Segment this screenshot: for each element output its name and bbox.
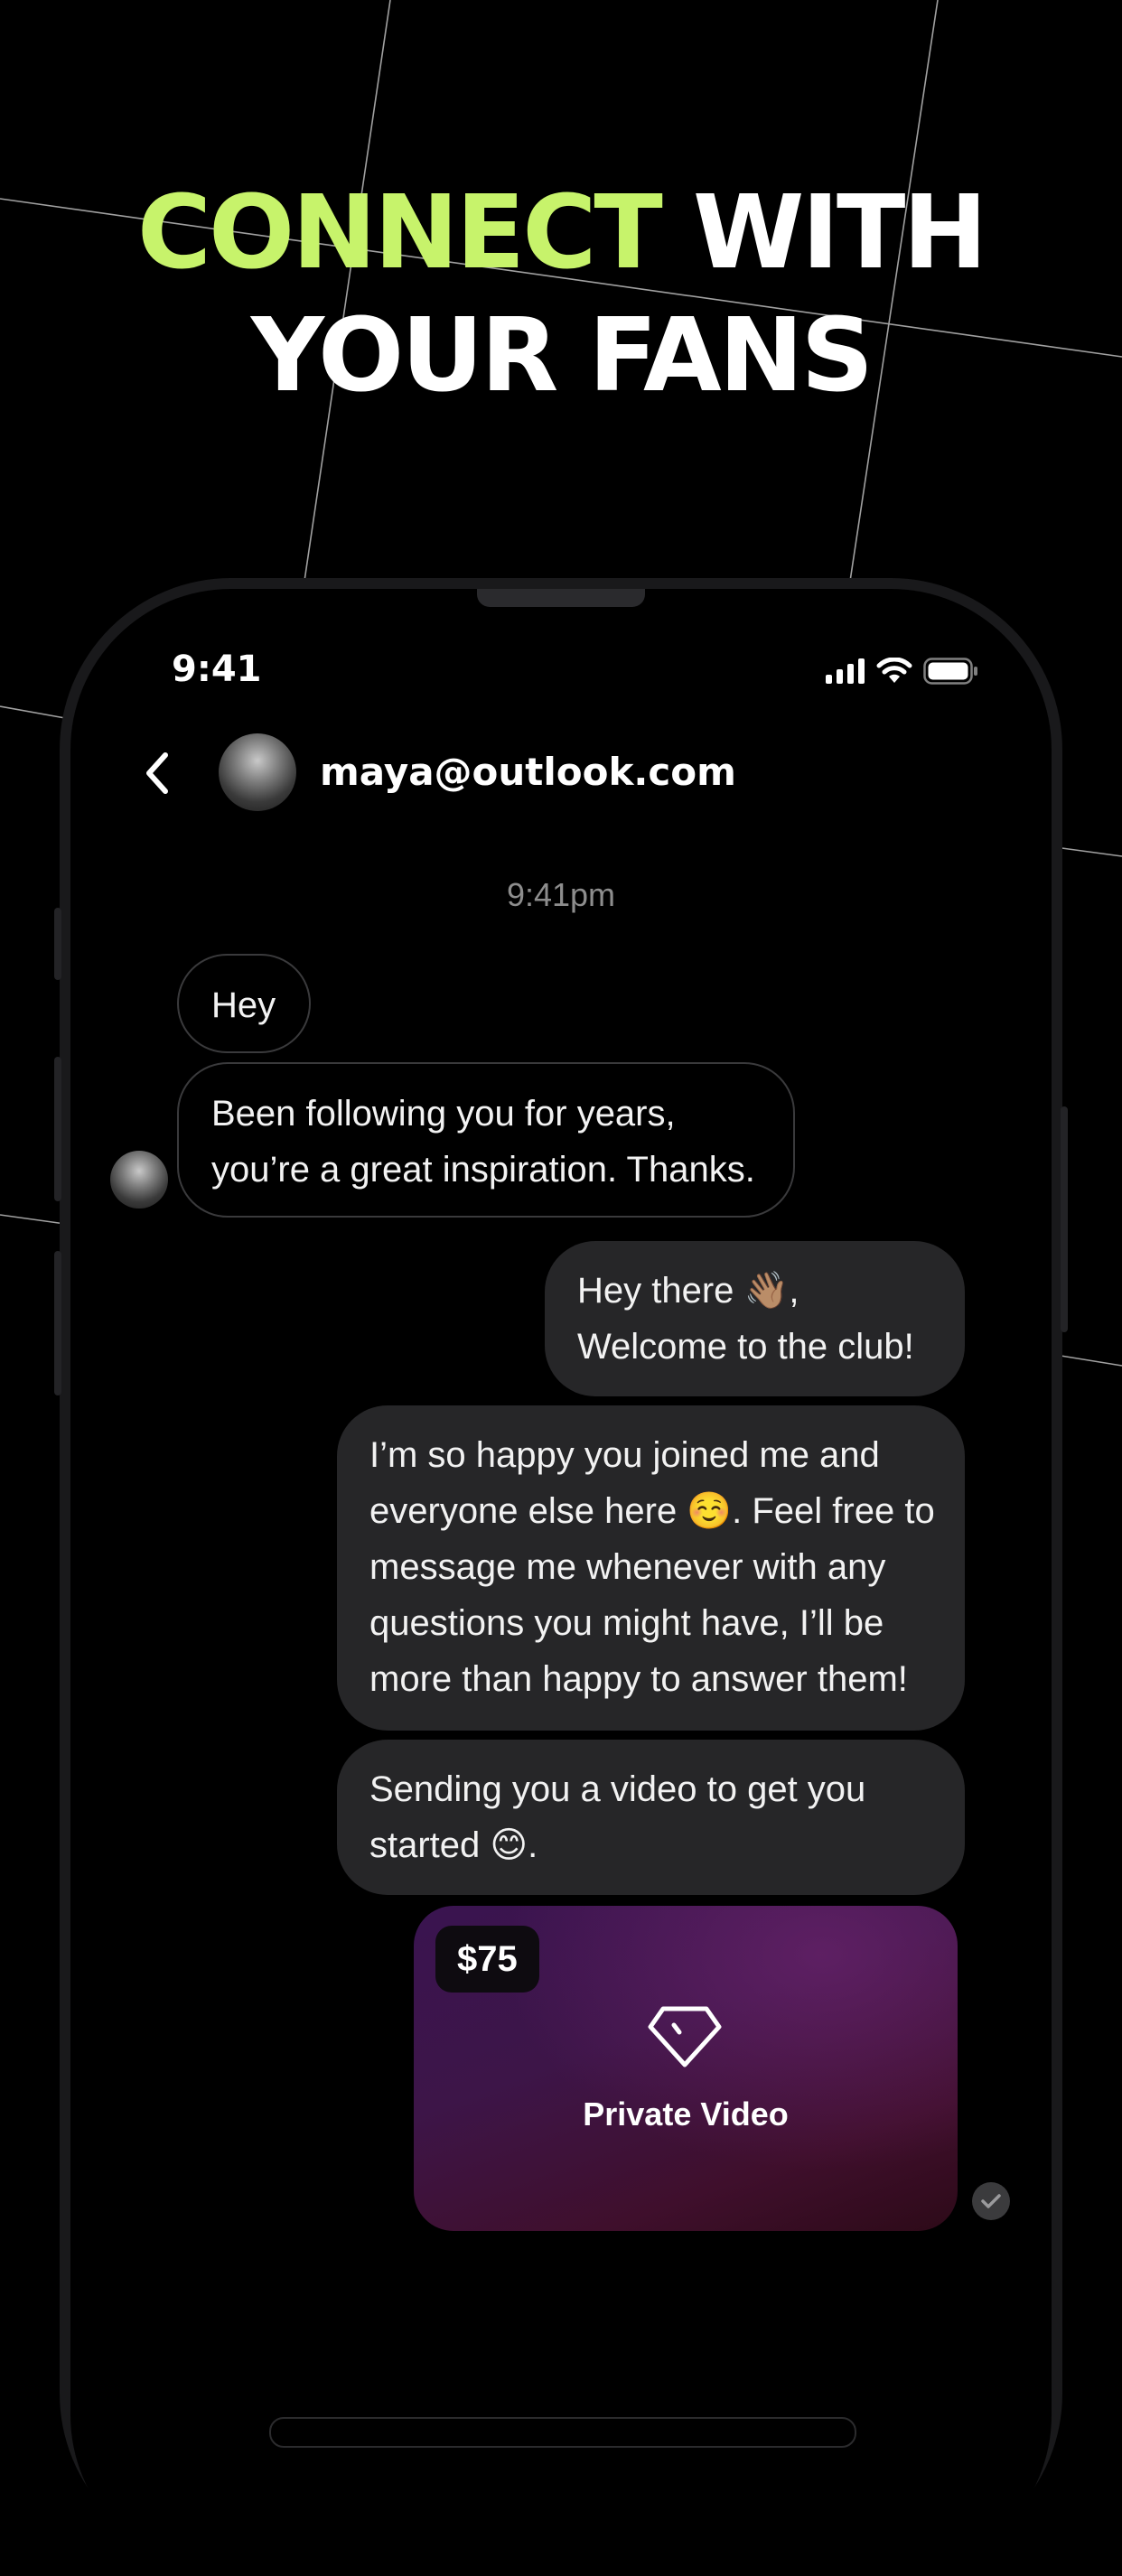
battery-icon: [923, 658, 977, 685]
message-composer-edge: [269, 2417, 856, 2448]
phone-side-button: [54, 908, 61, 980]
headline: CONNECT WITH YOUR FANS: [0, 172, 1122, 417]
read-receipt: [972, 2182, 1010, 2220]
headline-line-1: CONNECT WITH: [0, 172, 1122, 294]
outgoing-message[interactable]: Hey there 👋🏽, Welcome to the club!: [545, 1241, 965, 1396]
headline-line-1-rest: WITH: [692, 174, 987, 292]
private-video-message[interactable]: $75 Private Video: [414, 1906, 958, 2231]
incoming-sender-avatar: [110, 1151, 168, 1209]
phone-notch: [477, 589, 645, 607]
diamond-icon: [648, 2006, 722, 2067]
contact-name[interactable]: maya@outlook.com: [320, 750, 736, 794]
back-button[interactable]: [140, 746, 176, 800]
headline-line-2: YOUR FANS: [250, 297, 874, 415]
contact-avatar[interactable]: [219, 733, 296, 811]
headline-accent: CONNECT: [136, 174, 663, 292]
phone-volume-down-button: [54, 1251, 61, 1395]
wifi-icon: [876, 658, 912, 683]
incoming-message[interactable]: Been following you for years, you’re a g…: [177, 1062, 795, 1218]
incoming-message[interactable]: Hey: [177, 954, 311, 1053]
outgoing-message[interactable]: I’m so happy you joined me and everyone …: [337, 1405, 965, 1731]
status-bar-icons: [826, 658, 979, 685]
video-label: Private Video: [583, 2095, 789, 2133]
phone-power-button: [1061, 1106, 1068, 1332]
chevron-left-icon: [146, 752, 168, 794]
checkmark-icon: [981, 2194, 1001, 2208]
video-price-badge: $75: [435, 1926, 539, 1993]
message-timestamp: 9:41pm: [506, 876, 616, 913]
outgoing-message[interactable]: Sending you a video to get you started 😊…: [337, 1740, 965, 1895]
status-bar-time: 9:41: [172, 649, 262, 690]
phone-volume-up-button: [54, 1057, 61, 1201]
cellular-signal-icon: [826, 658, 865, 684]
